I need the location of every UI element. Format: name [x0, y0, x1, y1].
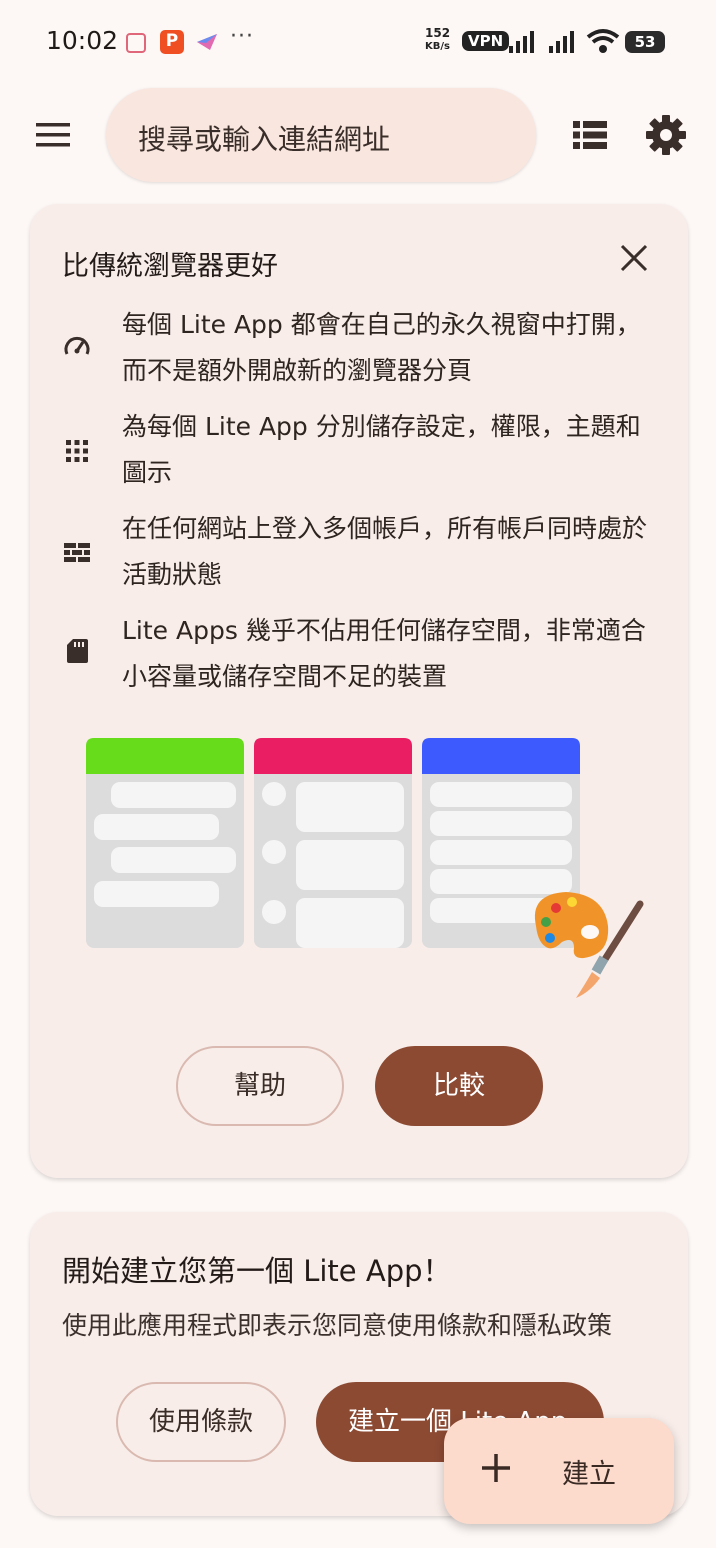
- lite-apps-illustration: [86, 738, 644, 998]
- feature-text: Lite Apps 幾乎不佔用任何儲存空間，非常適合小容量或儲存空間不足的裝置: [122, 616, 646, 691]
- chat-notification-icon: [126, 33, 146, 53]
- signal-icon: [549, 31, 574, 53]
- network-speed: 152 KB/s: [425, 26, 451, 52]
- create-fab[interactable]: 建立: [444, 1418, 674, 1524]
- feature-text: 在任何網站上登入多個帳戶，所有帳戶同時處於活動狀態: [122, 514, 648, 589]
- status-time: 10:02: [46, 26, 119, 55]
- signal-icon: [509, 31, 534, 53]
- wall-icon: [64, 543, 90, 562]
- more-notifications-icon: ···: [230, 24, 254, 49]
- get-started-title: 開始建立您第一個 Lite App！: [62, 1254, 452, 1288]
- gear-icon[interactable]: [644, 113, 688, 157]
- send-notification-icon: [197, 34, 217, 50]
- create-fab-label: 建立: [562, 1459, 616, 1490]
- compare-button[interactable]: 比較: [375, 1046, 543, 1126]
- menu-icon[interactable]: [34, 120, 72, 150]
- vpn-badge: VPN: [462, 31, 510, 51]
- sd-card-icon: [67, 639, 88, 663]
- close-icon[interactable]: [620, 244, 648, 272]
- intro-card-title: 比傳統瀏覽器更好: [62, 251, 278, 282]
- terms-notice: 使用此應用程式即表示您同意使用條款和隱私政策: [62, 1311, 613, 1340]
- search-placeholder: 搜尋或輸入連結網址: [138, 123, 391, 156]
- battery-icon: 53: [625, 31, 665, 53]
- list-view-icon[interactable]: [572, 120, 608, 150]
- search-bar[interactable]: 搜尋或輸入連結網址: [106, 88, 536, 182]
- feature-text: 為每個 Lite App 分別儲存設定，權限，主題和圖示: [122, 412, 641, 487]
- feature-text: 每個 Lite App 都會在自己的永久視窗中打開，而不是額外開啟新的瀏覽器分頁: [122, 310, 641, 385]
- grid-apps-icon: [66, 440, 88, 462]
- plus-icon: [482, 1454, 510, 1482]
- wifi-icon: [586, 29, 620, 53]
- intro-card: 比傳統瀏覽器更好 每個 Lite App 都會在自己的永久視窗中打開，而不是額外…: [30, 204, 688, 1178]
- help-button[interactable]: 幫助: [176, 1046, 344, 1126]
- app-notification-icon: P: [160, 30, 184, 54]
- terms-of-use-button[interactable]: 使用條款: [116, 1382, 286, 1462]
- speedometer-icon: [64, 336, 90, 355]
